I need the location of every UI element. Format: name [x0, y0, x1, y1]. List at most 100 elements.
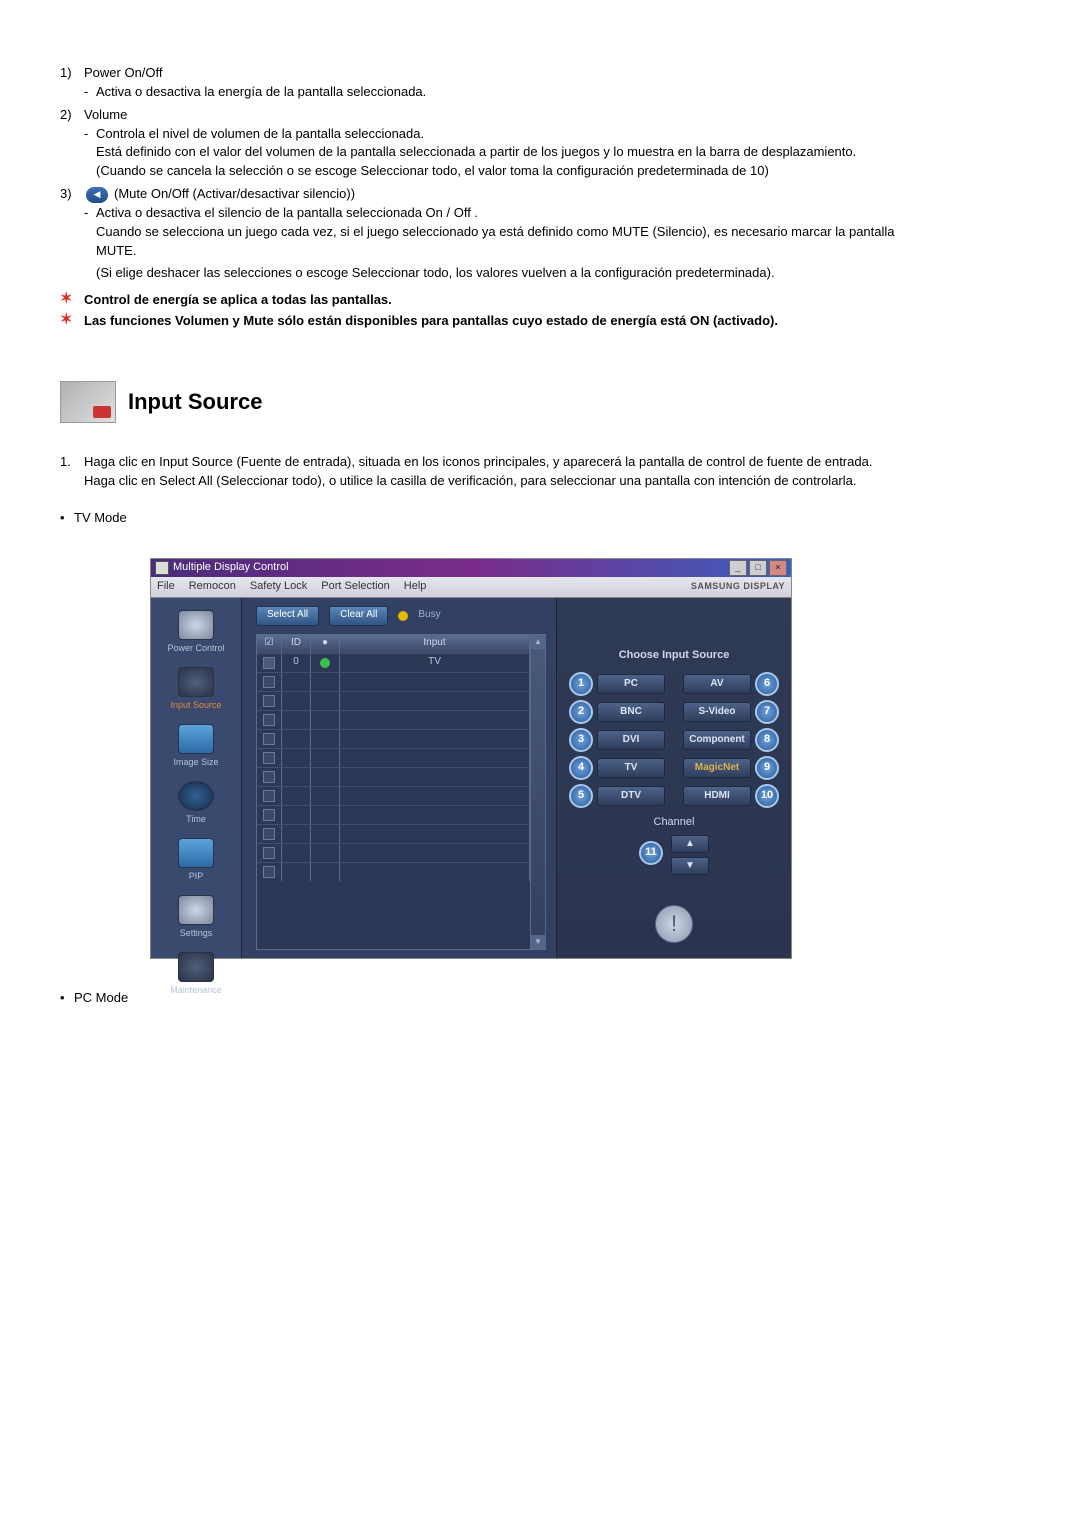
table-scrollbar[interactable]: ▲ ▼	[531, 634, 546, 950]
intro-number: 1.	[60, 453, 84, 491]
item3-line2: Cuando se selecciona un juego cada vez, …	[96, 223, 910, 261]
mute-icon	[86, 187, 108, 203]
item1-number: 1)	[60, 64, 84, 102]
scroll-up-icon[interactable]: ▲	[531, 635, 545, 649]
menu-file[interactable]: File	[157, 579, 175, 595]
item3-title: (Mute On/Off (Activar/desactivar silenci…	[114, 186, 355, 201]
table-row[interactable]: 0 TV	[257, 653, 530, 672]
table-row[interactable]	[257, 786, 530, 805]
row-check[interactable]	[263, 714, 275, 726]
table-row[interactable]	[257, 710, 530, 729]
item1-desc: Activa o desactiva la energía de la pant…	[96, 83, 910, 102]
sidebar-item-input[interactable]: Input Source	[151, 663, 241, 716]
table-row[interactable]	[257, 748, 530, 767]
sidebar-item-time[interactable]: Time	[151, 777, 241, 830]
bullet: •	[60, 509, 74, 528]
menu-safety[interactable]: Safety Lock	[250, 579, 307, 595]
sidebar-item-image[interactable]: Image Size	[151, 720, 241, 773]
maximize-button[interactable]: □	[749, 560, 767, 576]
col-input: Input	[340, 635, 530, 653]
item3-line1: Activa o desactiva el silencio de la pan…	[96, 204, 910, 223]
src-dtv[interactable]: 5DTV	[569, 785, 669, 807]
dash: -	[84, 204, 96, 283]
row-check[interactable]	[263, 771, 275, 783]
row-check[interactable]	[263, 733, 275, 745]
row-check[interactable]	[263, 828, 275, 840]
sidebar-label: Input Source	[170, 699, 221, 712]
star-text-2: Las funciones Volumen y Mute sólo están …	[84, 312, 910, 331]
item2-line3: (Cuando se cancela la selección o se esc…	[96, 162, 910, 181]
row-check[interactable]	[263, 866, 275, 878]
num-icon: 9	[755, 756, 779, 780]
sidebar-label: Settings	[180, 927, 213, 940]
minimize-button[interactable]: _	[729, 560, 747, 576]
select-all-button[interactable]: Select All	[256, 606, 319, 626]
table-row[interactable]	[257, 843, 530, 862]
menu-remocon[interactable]: Remocon	[189, 579, 236, 595]
col-status: ●	[311, 635, 340, 653]
sidebar-item-pip[interactable]: PIP	[151, 834, 241, 887]
brand-label: SAMSUNG DISPLAY	[691, 580, 785, 593]
sidebar-label: Maintenance	[170, 984, 222, 997]
col-id: ID	[282, 635, 311, 653]
menu-help[interactable]: Help	[404, 579, 427, 595]
star-icon: ✶	[60, 312, 84, 331]
power-icon	[178, 610, 214, 640]
table-row[interactable]	[257, 767, 530, 786]
sidebar-item-settings[interactable]: Settings	[151, 891, 241, 944]
row-check[interactable]	[263, 790, 275, 802]
info-icon[interactable]: !	[655, 905, 693, 943]
row-check[interactable]	[263, 657, 275, 669]
table-row[interactable]	[257, 805, 530, 824]
display-table: ☑ ID ● Input 0 TV	[256, 634, 531, 950]
table-row[interactable]	[257, 862, 530, 881]
row-check[interactable]	[263, 847, 275, 859]
app-icon	[155, 561, 169, 575]
src-tv[interactable]: 4TV	[569, 757, 669, 779]
row-input: TV	[340, 654, 530, 672]
image-size-icon	[178, 724, 214, 754]
src-magicnet[interactable]: 9MagicNet	[679, 757, 779, 779]
channel-down-button[interactable]: ▼	[671, 857, 709, 875]
num-icon: 5	[569, 784, 593, 808]
table-row[interactable]	[257, 824, 530, 843]
sidebar-label: PIP	[189, 870, 204, 883]
table-row[interactable]	[257, 729, 530, 748]
src-pc[interactable]: 1PC	[569, 673, 669, 695]
table-row[interactable]	[257, 691, 530, 710]
item2-line1: Controla el nivel de volumen de la panta…	[96, 125, 910, 144]
sidebar-item-power[interactable]: Power Control	[151, 606, 241, 659]
num-icon: 8	[755, 728, 779, 752]
channel-up-button[interactable]: ▲	[671, 835, 709, 853]
scroll-down-icon[interactable]: ▼	[531, 935, 545, 949]
num-icon: 3	[569, 728, 593, 752]
row-check[interactable]	[263, 752, 275, 764]
src-bnc[interactable]: 2BNC	[569, 701, 669, 723]
src-hdmi[interactable]: 10HDMI	[679, 785, 779, 807]
clear-all-button[interactable]: Clear All	[329, 606, 388, 626]
settings-icon	[178, 895, 214, 925]
sidebar-label: Image Size	[173, 756, 218, 769]
dash: -	[84, 83, 96, 102]
row-check[interactable]	[263, 695, 275, 707]
busy-label: Busy	[418, 608, 440, 623]
maintenance-icon	[178, 952, 214, 982]
menu-bar: File Remocon Safety Lock Port Selection …	[151, 577, 791, 598]
item2-title: Volume	[84, 106, 910, 125]
src-svideo[interactable]: 7S-Video	[679, 701, 779, 723]
intro-line2: Haga clic en Select All (Seleccionar tod…	[84, 472, 910, 491]
close-button[interactable]: ×	[769, 560, 787, 576]
src-dvi[interactable]: 3DVI	[569, 729, 669, 751]
src-av[interactable]: 6AV	[679, 673, 779, 695]
row-check[interactable]	[263, 809, 275, 821]
table-row[interactable]	[257, 672, 530, 691]
titlebar: Multiple Display Control _ □ ×	[151, 559, 791, 577]
item1-title: Power On/Off	[84, 64, 910, 83]
src-component[interactable]: 8Component	[679, 729, 779, 751]
menu-port[interactable]: Port Selection	[321, 579, 389, 595]
dash: -	[84, 125, 96, 182]
col-check[interactable]: ☑	[257, 635, 282, 653]
bullet: •	[60, 989, 74, 1008]
sidebar-item-maintenance[interactable]: Maintenance	[151, 948, 241, 1001]
row-check[interactable]	[263, 676, 275, 688]
